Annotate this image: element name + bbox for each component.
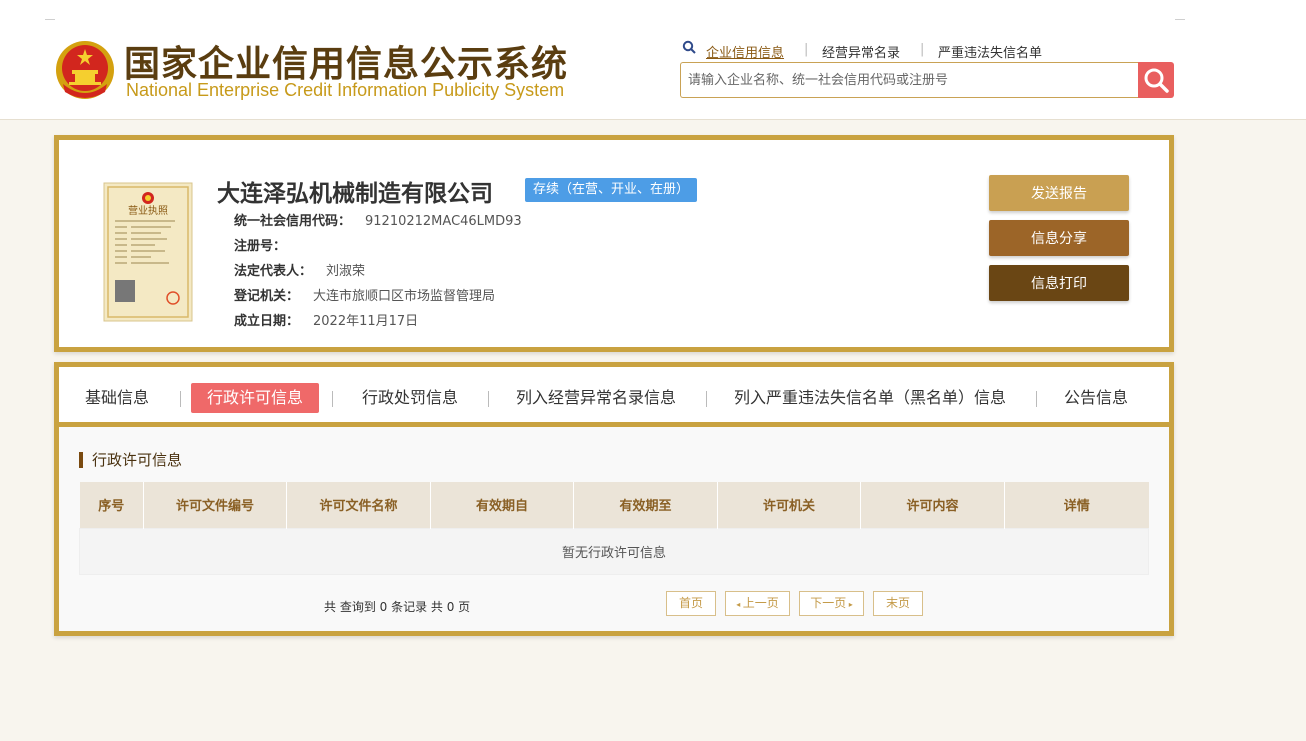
- credit-code-label: 统一社会信用代码：: [234, 214, 352, 229]
- first-page-label: 首页: [678, 596, 703, 610]
- search-button[interactable]: [1138, 62, 1174, 98]
- establishment-date-row: 成立日期： 2022年11月17日: [234, 310, 418, 329]
- column-header: 详情: [1004, 482, 1149, 528]
- tab-separator: [488, 391, 489, 407]
- link-serious-violation-list[interactable]: 严重违法失信名单: [938, 42, 1042, 61]
- search-input[interactable]: [680, 62, 1140, 98]
- tab-announcements[interactable]: 公告信息: [1064, 383, 1128, 413]
- link-separator: |: [920, 42, 925, 57]
- business-license-image[interactable]: 营业执照: [103, 182, 193, 322]
- search-icon: [1144, 68, 1169, 93]
- tab-abnormal-operation[interactable]: 列入经营异常名录信息: [516, 383, 676, 413]
- tab-basic-info[interactable]: 基础信息: [85, 383, 149, 413]
- tab-bar: 基础信息 行政许可信息 行政处罚信息 列入经营异常名录信息 列入严重违法失信名单…: [59, 367, 1169, 427]
- legal-representative-label: 法定代表人：: [234, 264, 313, 279]
- table-header-row: 序号 许可文件编号 许可文件名称 有效期自 有效期至 许可机关 许可内容 详情: [79, 482, 1149, 528]
- registration-number-row: 注册号：: [234, 235, 300, 254]
- establishment-date-label: 成立日期：: [234, 314, 300, 329]
- tab-administrative-license[interactable]: 行政许可信息: [191, 383, 320, 413]
- link-enterprise-credit-info[interactable]: 企业信用信息: [706, 42, 784, 61]
- registration-authority-row: 登记机关： 大连市旅顺口区市场监督管理局: [234, 285, 495, 304]
- national-emblem-icon: [56, 41, 114, 99]
- column-header: 序号: [79, 482, 144, 528]
- chevron-right-icon: ▸: [846, 600, 853, 609]
- license-table: 序号 许可文件编号 许可文件名称 有效期自 有效期至 许可机关 许可内容 详情 …: [79, 482, 1149, 575]
- search-icon: [682, 40, 696, 54]
- column-header: 许可文件名称: [286, 482, 431, 528]
- section-title: 行政许可信息: [79, 452, 182, 468]
- next-page-label: 下一页: [810, 596, 847, 610]
- registration-number-label: 注册号：: [234, 239, 287, 254]
- column-header: 有效期至: [573, 482, 718, 528]
- print-info-button[interactable]: 信息打印: [989, 265, 1129, 301]
- prev-page-label: 上一页: [742, 596, 779, 610]
- column-header: 许可机关: [717, 482, 861, 528]
- credit-code-row: 统一社会信用代码： 91210212MAC46LMD93: [234, 210, 522, 229]
- svg-text:营业执照: 营业执照: [128, 204, 168, 217]
- last-page-label: 末页: [885, 596, 910, 610]
- site-header: 国家企业信用信息公示系统 National Enterprise Credit …: [0, 0, 1306, 120]
- status-badge: 存续（在营、开业、在册）: [525, 178, 698, 202]
- empty-message: 暂无行政许可信息: [79, 527, 1149, 575]
- establishment-date-value: 2022年11月17日: [313, 314, 419, 329]
- tab-blacklist[interactable]: 列入严重违法失信名单（黑名单）信息: [734, 383, 1006, 413]
- license-section: 行政许可信息 序号 许可文件编号 许可文件名称 有效期自 有效期至 许可机关 许…: [59, 427, 1169, 631]
- tab-separator: [706, 391, 707, 407]
- legal-representative-value: 刘淑荣: [326, 264, 366, 279]
- company-info-panel: 营业执照 大连泽弘机械制造有限公司 存续（在营、开业、在册） 统一社会信用代码：…: [54, 135, 1174, 352]
- column-header: 有效期自: [430, 482, 574, 528]
- legal-representative-row: 法定代表人： 刘淑荣: [234, 260, 365, 279]
- tab-administrative-penalty[interactable]: 行政处罚信息: [362, 383, 458, 413]
- header-corner-mark: [45, 19, 55, 20]
- tab-separator: [180, 391, 181, 407]
- first-page-button[interactable]: 首页: [666, 591, 716, 616]
- last-page-button[interactable]: 末页: [873, 591, 923, 616]
- credit-code-value: 91210212MAC46LMD93: [365, 214, 522, 229]
- tab-separator: [1036, 391, 1037, 407]
- details-panel: 基础信息 行政许可信息 行政处罚信息 列入经营异常名录信息 列入严重违法失信名单…: [54, 362, 1174, 636]
- tab-separator: [332, 391, 333, 407]
- pager-summary: 共 查询到 0 条记录 共 0 页: [324, 600, 471, 614]
- link-abnormal-operation-list[interactable]: 经营异常名录: [822, 42, 900, 61]
- column-header: 许可内容: [860, 482, 1005, 528]
- next-page-button[interactable]: 下一页 ▸: [799, 591, 864, 616]
- share-info-button[interactable]: 信息分享: [989, 220, 1129, 256]
- site-title-en: National Enterprise Credit Information P…: [126, 80, 565, 100]
- company-name: 大连泽弘机械制造有限公司: [217, 181, 493, 207]
- registration-authority-value: 大连市旅顺口区市场监督管理局: [313, 289, 496, 304]
- header-corner-mark: [1175, 19, 1185, 20]
- table-row: 暂无行政许可信息: [79, 527, 1149, 575]
- prev-page-button[interactable]: ◂ 上一页: [725, 591, 790, 616]
- send-report-button[interactable]: 发送报告: [989, 175, 1129, 211]
- link-separator: |: [804, 42, 809, 57]
- registration-authority-label: 登记机关：: [234, 289, 300, 304]
- column-header: 许可文件编号: [143, 482, 287, 528]
